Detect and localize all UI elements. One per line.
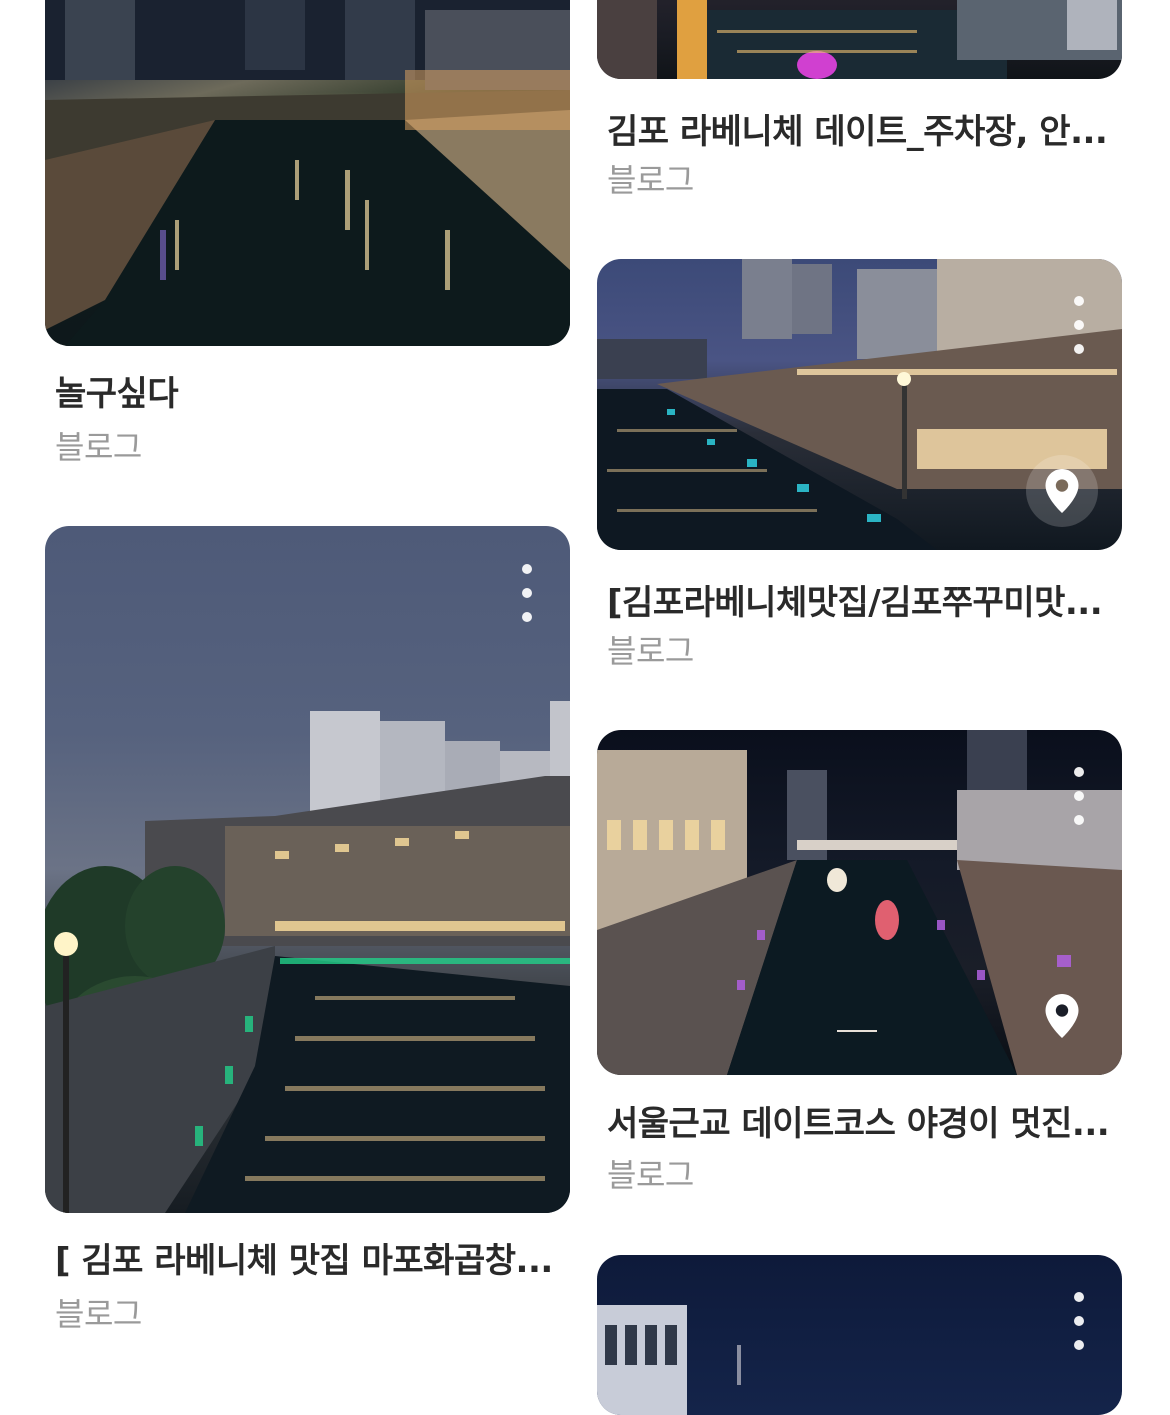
result-source: 블로그	[607, 632, 694, 670]
canal-dusk-image	[45, 701, 570, 1213]
canal-night-image	[45, 0, 570, 346]
canal-boat-image	[597, 0, 1122, 79]
result-source: 블로그	[607, 161, 694, 199]
result-source: 블로그	[607, 1156, 694, 1194]
result-source: 블로그	[55, 428, 142, 466]
result-source: 블로그	[55, 1295, 142, 1333]
more-options-icon[interactable]	[1064, 1288, 1094, 1354]
location-pin-icon[interactable]	[1026, 455, 1098, 527]
result-title[interactable]: 서울근교 데이트코스 야경이 멋진...	[607, 1096, 1112, 1145]
result-title[interactable]: 놀구싶다	[55, 366, 555, 415]
result-thumbnail[interactable]	[45, 526, 570, 1213]
result-title[interactable]: 김포 라베니체 데이트_주차장, 안...	[607, 104, 1112, 153]
more-options-icon[interactable]	[1064, 292, 1094, 358]
more-options-icon[interactable]	[512, 560, 542, 626]
location-pin-icon[interactable]	[1026, 980, 1098, 1052]
result-thumbnail[interactable]	[597, 1255, 1122, 1415]
result-title[interactable]: [ 김포 라베니체 맛집 마포화곱창...	[55, 1233, 555, 1282]
building-night-image	[597, 1305, 741, 1415]
result-thumbnail[interactable]	[597, 0, 1122, 79]
more-options-icon[interactable]	[1064, 763, 1094, 829]
result-title[interactable]: [김포라베니체맛집/김포쭈꾸미맛...	[607, 575, 1112, 624]
result-thumbnail[interactable]	[45, 0, 570, 346]
